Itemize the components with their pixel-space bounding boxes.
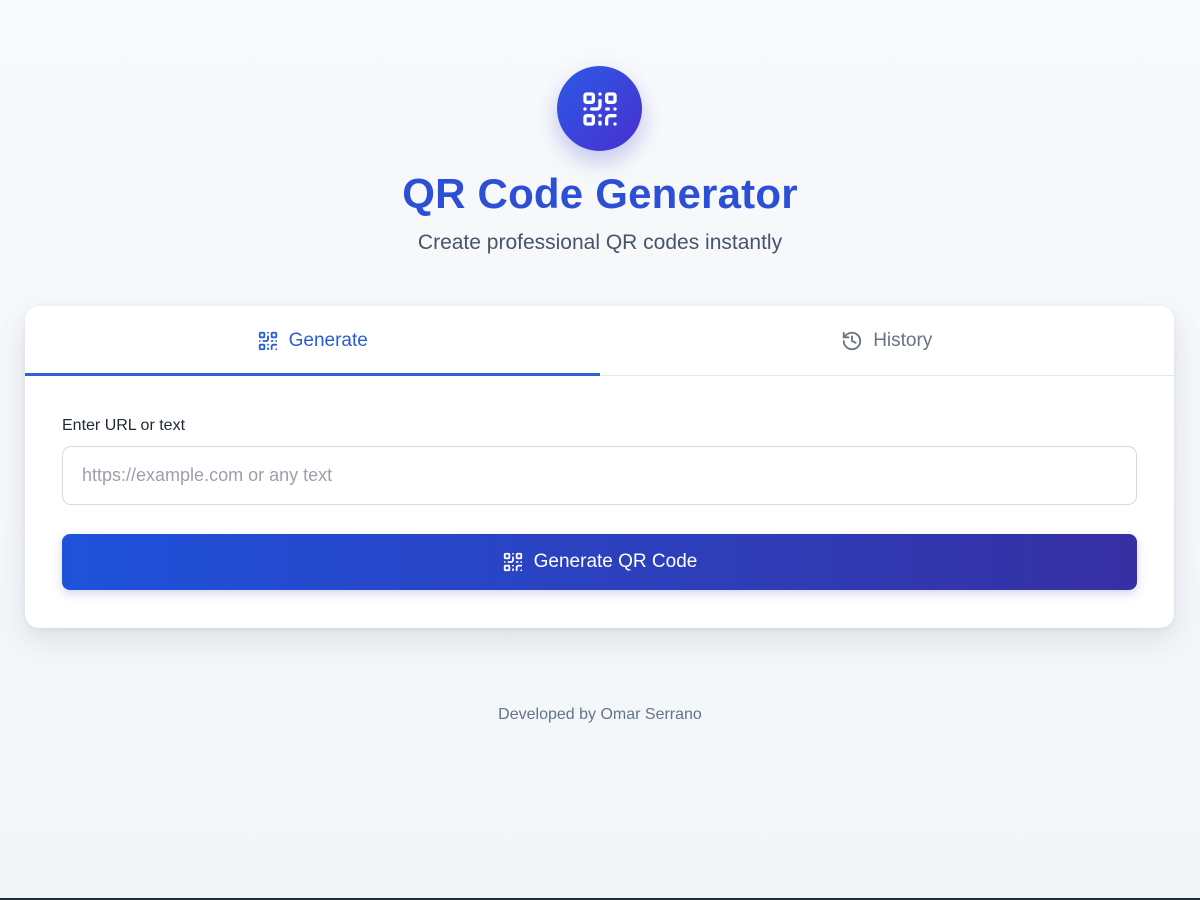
tab-bar: Generate History [25, 306, 1174, 376]
app-logo [557, 66, 642, 151]
qr-code-icon [257, 330, 279, 352]
generator-card: Generate History Enter URL or text https… [25, 306, 1174, 628]
generate-qr-button[interactable]: Generate QR Code [62, 534, 1137, 590]
url-input[interactable] [62, 446, 1137, 505]
generate-qr-button-label: Generate QR Code [533, 551, 698, 572]
tab-history-label: History [873, 329, 933, 351]
url-field-label: Enter URL or text [62, 417, 186, 434]
tab-history[interactable]: History [600, 306, 1175, 375]
footer-credit: Developed by Omar Serrano [498, 706, 702, 723]
tab-generate[interactable]: Generate [25, 306, 600, 376]
page-subtitle: Create professional QR codes instantly [417, 231, 783, 254]
history-icon [841, 330, 863, 352]
page-title: QR Code Generator [402, 170, 798, 217]
qr-code-icon [502, 551, 524, 573]
qr-code-icon [580, 89, 620, 129]
tab-generate-label: Generate [288, 329, 368, 351]
